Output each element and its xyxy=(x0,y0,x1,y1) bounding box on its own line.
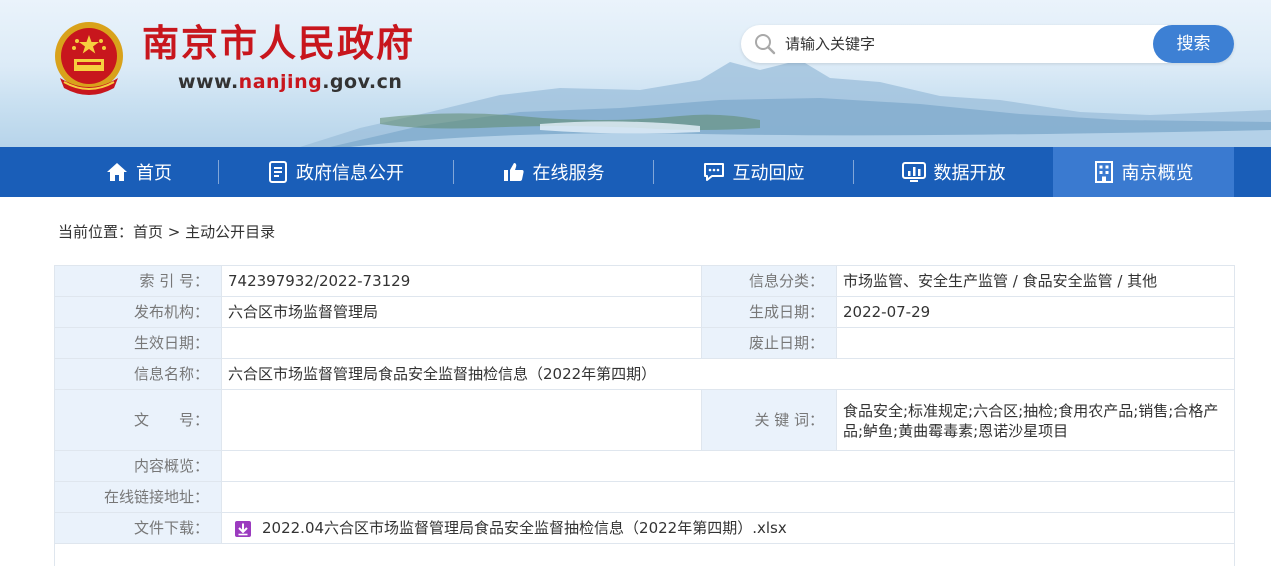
table-row: 索 引 号： 742397932/2022-73129 信息分类： 市场监管、安… xyxy=(54,265,1235,297)
search-button[interactable]: 搜索 xyxy=(1153,25,1234,63)
nav-item-home[interactable]: 首页 xyxy=(60,147,218,197)
category-value: 市场监管、安全生产监管 / 食品安全监管 / 其他 xyxy=(836,265,1235,297)
created-date-label: 生成日期： xyxy=(701,296,837,328)
publisher-value: 六合区市场监督管理局 xyxy=(221,296,702,328)
breadcrumb: 当前位置：首页 > 主动公开目录 xyxy=(58,221,275,243)
table-row xyxy=(54,543,1235,566)
table-row: 生效日期： 废止日期： xyxy=(54,327,1235,359)
nav-item-gov-info[interactable]: 政府信息公开 xyxy=(219,147,453,197)
search-input[interactable] xyxy=(785,32,1145,56)
info-name-label: 信息名称： xyxy=(54,358,222,390)
nav-item-label: 首页 xyxy=(136,163,172,184)
keywords-label: 关 键 词： xyxy=(701,389,837,451)
index-label: 索 引 号： xyxy=(54,265,222,297)
online-link-value xyxy=(221,481,1235,513)
chat-icon xyxy=(703,163,724,181)
table-row: 在线链接地址： xyxy=(54,481,1235,513)
url-prefix: www. xyxy=(178,71,239,93)
document-icon xyxy=(269,161,287,183)
expiry-date-label: 废止日期： xyxy=(701,327,837,359)
effective-date-value xyxy=(221,327,702,359)
breadcrumb-home-link[interactable]: 首页 xyxy=(133,223,163,241)
table-row: 发布机构： 六合区市场监督管理局 生成日期： 2022-07-29 xyxy=(54,296,1235,328)
nav-item-label: 数据开放 xyxy=(933,163,1006,184)
summary-value xyxy=(221,450,1235,482)
home-icon xyxy=(107,163,127,181)
url-highlight: nanjing xyxy=(238,71,323,93)
summary-label: 内容概览： xyxy=(54,450,222,482)
search-box: 搜索 xyxy=(741,25,1234,63)
table-row: 信息名称： 六合区市场监督管理局食品安全监督抽检信息（2022年第四期） xyxy=(54,358,1235,390)
nav-item-nanjing-overview[interactable]: 南京概览 xyxy=(1053,147,1234,197)
table-row: 文 号： 关 键 词： 食品安全;标准规定;六合区;抽检;食用农产品;销售;合格… xyxy=(54,389,1235,451)
header-banner: 南京市人民政府 www.nanjing.gov.cn 搜索 xyxy=(0,0,1271,147)
nav-item-label: 互动回应 xyxy=(732,163,805,184)
thumbs-up-icon xyxy=(503,163,524,181)
url-suffix: .gov.cn xyxy=(322,71,403,93)
download-file-link[interactable]: 2022.04六合区市场监督管理局食品安全监督抽检信息（2022年第四期）.xl… xyxy=(262,519,787,537)
document-number-value xyxy=(221,389,702,451)
online-link-label: 在线链接地址： xyxy=(54,481,222,513)
nav-item-label: 南京概览 xyxy=(1121,163,1194,184)
search-icon xyxy=(755,34,776,55)
site-url: www.nanjing.gov.cn xyxy=(178,70,402,94)
empty-row xyxy=(54,543,1235,566)
building-icon xyxy=(1094,161,1113,183)
effective-date-label: 生效日期： xyxy=(54,327,222,359)
expiry-date-value xyxy=(836,327,1235,359)
created-date-value: 2022-07-29 xyxy=(836,296,1235,328)
download-label: 文件下载： xyxy=(54,512,222,544)
breadcrumb-current-link[interactable]: 主动公开目录 xyxy=(185,223,275,241)
nav-item-online-service[interactable]: 在线服务 xyxy=(454,147,653,197)
nav-item-label: 在线服务 xyxy=(532,163,605,184)
document-number-label: 文 号： xyxy=(54,389,222,451)
national-emblem-icon xyxy=(55,22,123,95)
nav-item-open-data[interactable]: 数据开放 xyxy=(854,147,1053,197)
site-title: 南京市人民政府 xyxy=(142,22,415,65)
nav-item-interaction[interactable]: 互动回应 xyxy=(654,147,853,197)
index-value: 742397932/2022-73129 xyxy=(221,265,702,297)
breadcrumb-separator: > xyxy=(163,223,186,241)
publisher-label: 发布机构： xyxy=(54,296,222,328)
info-table: 索 引 号： 742397932/2022-73129 信息分类： 市场监管、安… xyxy=(54,265,1235,566)
download-cell: 2022.04六合区市场监督管理局食品安全监督抽检信息（2022年第四期）.xl… xyxy=(221,512,1235,544)
breadcrumb-prefix: 当前位置： xyxy=(58,223,134,241)
info-name-value: 六合区市场监督管理局食品安全监督抽检信息（2022年第四期） xyxy=(221,358,1235,390)
nav-item-label: 政府信息公开 xyxy=(296,163,404,184)
category-label: 信息分类： xyxy=(701,265,837,297)
chart-icon xyxy=(901,162,926,182)
download-icon xyxy=(235,520,251,537)
main-nav: 首页 政府信息公开 在线服务 互动回应 数据开放 南京概览 xyxy=(0,147,1271,197)
table-row: 内容概览： xyxy=(54,450,1235,482)
keywords-value: 食品安全;标准规定;六合区;抽检;食用农产品;销售;合格产品;鲈鱼;黄曲霉毒素;… xyxy=(836,389,1235,451)
table-row: 文件下载： 2022.04六合区市场监督管理局食品安全监督抽检信息（2022年第… xyxy=(54,512,1235,544)
